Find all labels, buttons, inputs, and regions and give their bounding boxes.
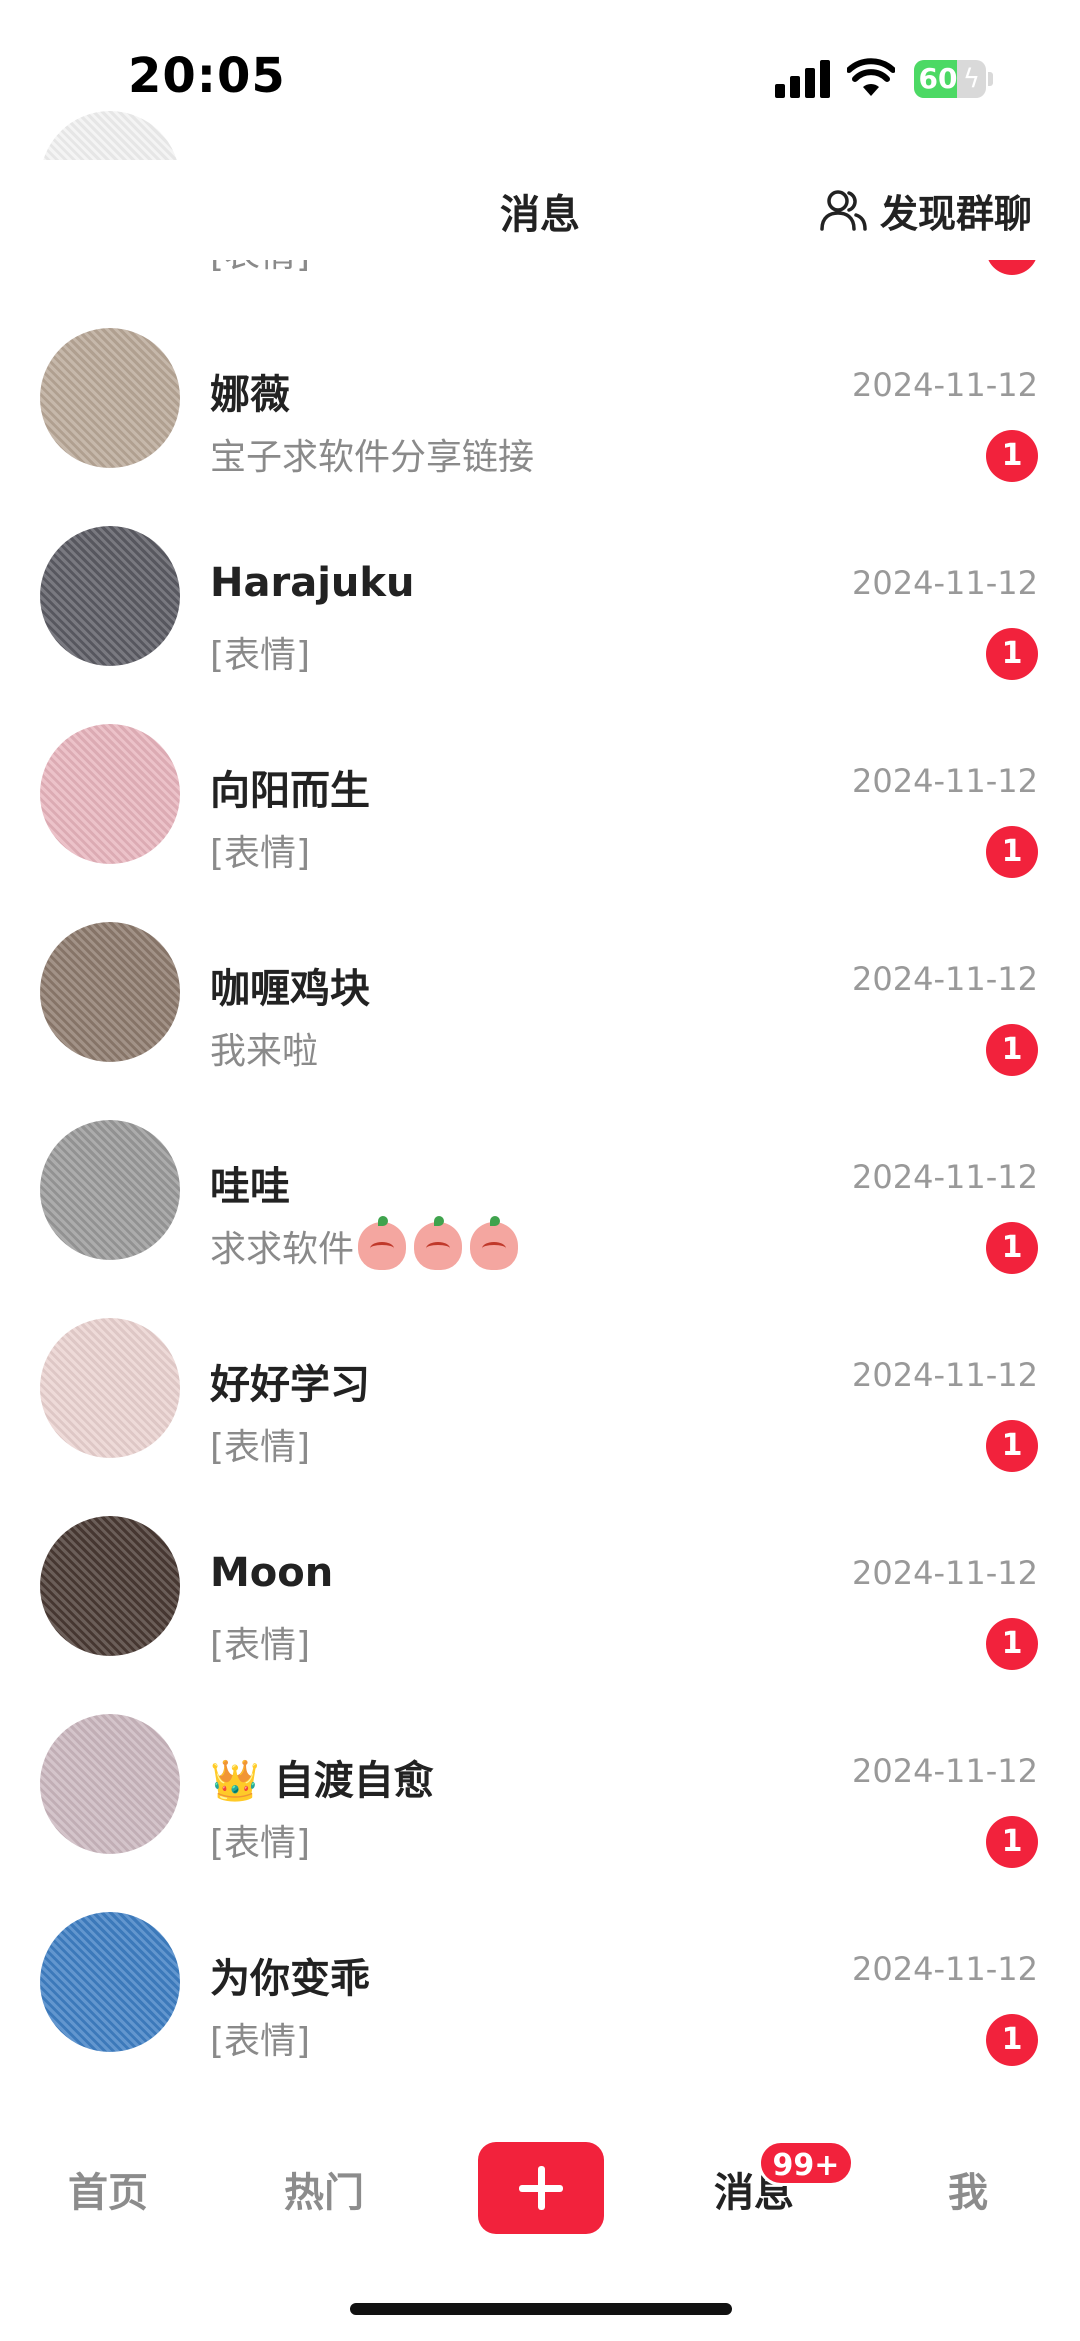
battery-icon: 60 ϟ <box>914 60 986 98</box>
wifi-icon <box>847 58 895 96</box>
home-indicator <box>350 2303 732 2315</box>
unread-badge: 1 <box>986 1420 1038 1472</box>
message-preview: 求求软件 <box>210 1216 522 1272</box>
unread-badge: 1 <box>986 826 1038 878</box>
list-item[interactable]: Harajuku [表情] 2024-11-12 1 <box>0 498 1080 696</box>
message-preview: [表情] <box>210 824 310 876</box>
contact-name: 好好学习 <box>210 1352 370 1410</box>
contact-name-text: 向阳而生 <box>210 768 370 814</box>
contact-name-text: 自渡自愈 <box>273 1758 434 1804</box>
message-date: 2024-11-12 <box>852 1356 1038 1394</box>
avatar[interactable] <box>40 724 180 864</box>
unread-badge: 1 <box>986 2014 1038 2066</box>
message-date: 2024-11-12 <box>852 762 1038 800</box>
list-item[interactable]: Moon [表情] 2024-11-12 1 <box>0 1488 1080 1686</box>
avatar[interactable] <box>40 1120 180 1260</box>
contact-name-text: 为你变乖 <box>210 1956 370 2002</box>
peach-emoji-icon <box>358 1216 407 1270</box>
message-date: 2024-11-12 <box>852 564 1038 602</box>
message-preview: [表情] <box>210 1418 310 1470</box>
contact-name: 向阳而生 <box>210 758 370 816</box>
unread-badge: 1 <box>986 1816 1038 1868</box>
contact-name-text: 好好学习 <box>210 1362 370 1408</box>
battery-nub <box>988 72 993 86</box>
contact-name-text: Harajuku <box>210 560 415 606</box>
contact-name: 👑 自渡自愈 <box>210 1748 434 1806</box>
status-time: 20:05 <box>128 48 286 104</box>
list-item[interactable]: 咖喱鸡块我来啦 2024-11-12 1 <box>0 894 1080 1092</box>
create-post-button[interactable] <box>478 2142 604 2234</box>
message-date: 2024-11-12 <box>852 1752 1038 1790</box>
plus-icon-vertical <box>538 2166 545 2210</box>
crown-icon: 👑 <box>210 1758 260 1804</box>
bottom-nav: 首页 热门 消息 99+ 我 <box>0 2120 1080 2260</box>
peach-emoji-icon <box>414 1216 463 1270</box>
nav-home[interactable]: 首页 <box>38 2160 178 2218</box>
charging-bolt-icon: ϟ <box>962 64 980 94</box>
group-users-icon <box>820 190 867 231</box>
screen: 20:05 60 ϟ [表情] 娜薇宝子求软件分享链接2024-11-121Ha… <box>0 0 1080 2341</box>
message-preview-text: 求求软件 <box>210 1229 355 1270</box>
unread-badge: 1 <box>986 1618 1038 1670</box>
nav-hot[interactable]: 热门 <box>254 2160 394 2218</box>
message-date: 2024-11-12 <box>852 960 1038 998</box>
message-preview-text: [表情] <box>210 1823 311 1864</box>
message-preview-text: [表情] <box>210 635 311 676</box>
message-preview: 我来啦 <box>210 1022 318 1074</box>
contact-name: 娜薇 <box>210 362 290 420</box>
contact-name-text: 哇哇 <box>210 1164 290 1210</box>
contact-name: Moon <box>210 1550 333 1596</box>
message-date: 2024-11-12 <box>852 1950 1038 1988</box>
list-item[interactable]: 哇哇求求软件 2024-11-12 1 <box>0 1092 1080 1290</box>
message-date: 2024-11-12 <box>852 1158 1038 1196</box>
battery-level: 60 <box>918 62 958 95</box>
avatar[interactable] <box>40 328 180 468</box>
message-preview: [表情] <box>210 2012 310 2064</box>
contact-name: 咖喱鸡块 <box>210 956 370 1014</box>
message-date: 2024-11-12 <box>852 366 1038 404</box>
list-item[interactable]: 娜薇宝子求软件分享链接 2024-11-12 1 <box>0 300 1080 498</box>
unread-badge: 1 <box>986 1222 1038 1274</box>
unread-badge: 1 <box>986 628 1038 680</box>
message-date: 2024-11-12 <box>852 1554 1038 1592</box>
contact-name: 哇哇 <box>210 1154 290 1212</box>
contact-name: Harajuku <box>210 560 414 606</box>
discover-group-chat-button[interactable]: 发现群聊 <box>818 182 1032 238</box>
list-item[interactable]: 为你变乖 [表情] 2024-11-12 1 <box>0 1884 1080 2082</box>
message-preview-text: 我来啦 <box>210 1031 319 1072</box>
unread-badge: 1 <box>986 1024 1038 1076</box>
discover-label: 发现群聊 <box>879 191 1032 236</box>
contact-name-text: 咖喱鸡块 <box>210 966 370 1012</box>
message-preview: [表情] <box>210 1814 310 1866</box>
avatar[interactable] <box>40 526 180 666</box>
avatar[interactable] <box>40 1912 180 2052</box>
avatar[interactable] <box>40 1318 180 1458</box>
avatar[interactable] <box>40 922 180 1062</box>
message-preview-text: [表情] <box>210 833 311 874</box>
message-preview-text: [表情] <box>210 1427 311 1468</box>
list-item[interactable]: 向阳而生 [表情] 2024-11-12 1 <box>0 696 1080 894</box>
message-preview: [表情] <box>210 626 310 678</box>
message-preview: [表情] <box>210 1616 310 1668</box>
header: 消息 发现群聊 <box>0 160 1080 260</box>
contact-name-text: 娜薇 <box>210 372 290 418</box>
contact-name: 为你变乖 <box>210 1946 370 2004</box>
nav-me[interactable]: 我 <box>898 2160 1038 2218</box>
message-preview-text: [表情] <box>210 1625 311 1666</box>
message-preview: 宝子求软件分享链接 <box>210 428 534 480</box>
contact-name-text: Moon <box>210 1550 334 1596</box>
list-item[interactable]: 👑 自渡自愈 [表情] 2024-11-12 1 <box>0 1686 1080 1884</box>
peach-emoji-icon <box>470 1216 519 1270</box>
avatar[interactable] <box>40 1516 180 1656</box>
avatar[interactable] <box>40 1714 180 1854</box>
cellular-signal-icon <box>775 60 833 98</box>
list-item[interactable]: 好好学习 [表情] 2024-11-12 1 <box>0 1290 1080 1488</box>
message-preview-text: [表情] <box>210 2021 311 2062</box>
messages-badge: 99+ <box>758 2140 854 2186</box>
message-preview-text: 宝子求软件分享链接 <box>210 437 535 478</box>
unread-badge: 1 <box>986 430 1038 482</box>
